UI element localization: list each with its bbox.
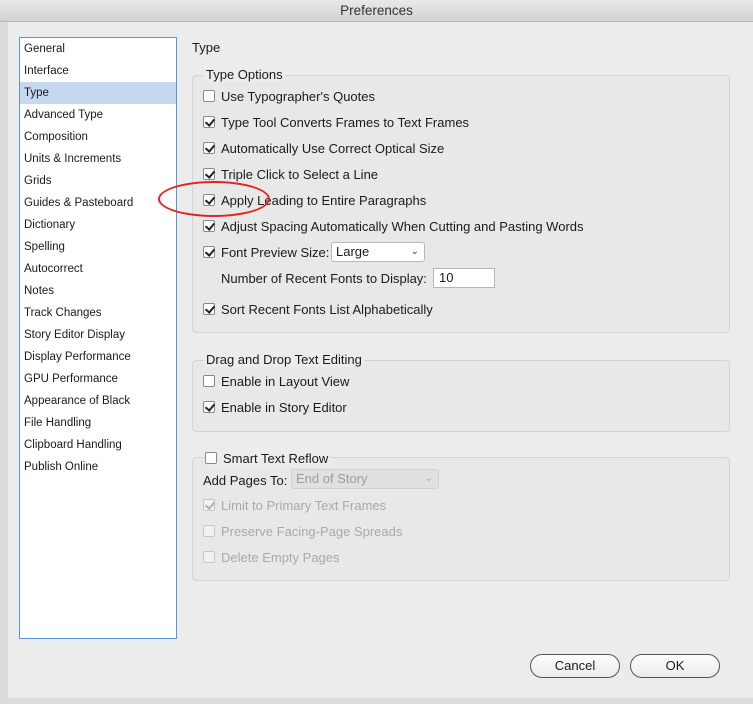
- adjust-spacing-checkbox[interactable]: [203, 220, 215, 232]
- adjust-spacing-label: Adjust Spacing Automatically When Cuttin…: [221, 218, 584, 234]
- chevron-down-icon: ⌄: [424, 473, 433, 484]
- layout-view-checkbox[interactable]: [203, 375, 215, 387]
- type-tool-converts-label: Type Tool Converts Frames to Text Frames: [221, 114, 470, 130]
- limit-primary-label: Limit to Primary Text Frames: [221, 497, 387, 513]
- cancel-button[interactable]: Cancel: [530, 654, 620, 678]
- sort-recent-label: Sort Recent Fonts List Alphabetically: [221, 301, 433, 317]
- use-typographers-quotes-checkbox[interactable]: [203, 90, 215, 102]
- preserve-facing-option[interactable]: Preserve Facing-Page Spreads: [203, 522, 402, 540]
- window-title: Preferences: [0, 0, 753, 22]
- story-editor-option[interactable]: Enable in Story Editor: [203, 398, 347, 416]
- triple-click-option[interactable]: Triple Click to Select a Line: [203, 165, 378, 183]
- font-preview-size-value: Large: [336, 244, 370, 259]
- font-preview-option[interactable]: Font Preview Size:: [203, 243, 329, 261]
- sidebar-item-grids[interactable]: Grids: [20, 170, 176, 192]
- font-preview-label: Font Preview Size:: [221, 244, 330, 260]
- adjust-spacing-option[interactable]: Adjust Spacing Automatically When Cuttin…: [203, 217, 584, 235]
- use-typographers-quotes-label: Use Typographer's Quotes: [221, 88, 375, 104]
- optical-size-option[interactable]: Automatically Use Correct Optical Size: [203, 139, 444, 157]
- sidebar-item-units-increments[interactable]: Units & Increments: [20, 148, 176, 170]
- sidebar-item-notes[interactable]: Notes: [20, 280, 176, 302]
- preferences-sidebar: General Interface Type Advanced Type Com…: [19, 37, 177, 639]
- chevron-down-icon: ⌄: [410, 246, 419, 257]
- add-pages-value: End of Story: [296, 471, 368, 486]
- type-options-label: Type Options: [204, 67, 285, 82]
- add-pages-select[interactable]: End of Story ⌄: [291, 469, 439, 489]
- window-bottom-edge: [0, 698, 753, 704]
- recent-fonts-label: Number of Recent Fonts to Display:: [221, 270, 427, 286]
- preferences-window: Preferences General Interface Type Advan…: [0, 0, 753, 704]
- delete-empty-option[interactable]: Delete Empty Pages: [203, 548, 340, 566]
- preserve-facing-label: Preserve Facing-Page Spreads: [221, 523, 403, 539]
- smart-reflow-checkbox[interactable]: [205, 452, 217, 464]
- sidebar-item-story-editor-display[interactable]: Story Editor Display: [20, 324, 176, 346]
- layout-view-option[interactable]: Enable in Layout View: [203, 372, 349, 390]
- font-preview-size-select[interactable]: Large ⌄: [331, 242, 425, 262]
- sidebar-item-clipboard-handling[interactable]: Clipboard Handling: [20, 434, 176, 456]
- window-edge: [0, 22, 8, 704]
- sidebar-item-guides-pasteboard[interactable]: Guides & Pasteboard: [20, 192, 176, 214]
- triple-click-label: Triple Click to Select a Line: [221, 166, 379, 182]
- preserve-facing-checkbox[interactable]: [203, 525, 215, 537]
- sidebar-item-gpu-performance[interactable]: GPU Performance: [20, 368, 176, 390]
- sidebar-item-interface[interactable]: Interface: [20, 60, 176, 82]
- sidebar-item-dictionary[interactable]: Dictionary: [20, 214, 176, 236]
- sidebar-item-track-changes[interactable]: Track Changes: [20, 302, 176, 324]
- smart-reflow-label: Smart Text Reflow: [223, 450, 329, 466]
- drag-drop-group: [192, 360, 730, 432]
- limit-primary-checkbox[interactable]: [203, 499, 215, 511]
- panel-title: Type: [192, 40, 221, 55]
- ok-button[interactable]: OK: [630, 654, 720, 678]
- sort-recent-option[interactable]: Sort Recent Fonts List Alphabetically: [203, 300, 433, 318]
- recent-fonts-row: Number of Recent Fonts to Display:: [221, 269, 427, 287]
- story-editor-label: Enable in Story Editor: [221, 399, 347, 415]
- sidebar-item-display-performance[interactable]: Display Performance: [20, 346, 176, 368]
- font-preview-checkbox[interactable]: [203, 246, 215, 258]
- sidebar-item-autocorrect[interactable]: Autocorrect: [20, 258, 176, 280]
- triple-click-checkbox[interactable]: [203, 168, 215, 180]
- recent-fonts-field[interactable]: 10: [433, 268, 495, 288]
- delete-empty-checkbox[interactable]: [203, 551, 215, 563]
- highlight-circle: [158, 181, 270, 217]
- use-typographers-quotes-option[interactable]: Use Typographer's Quotes: [203, 87, 375, 105]
- sidebar-item-file-handling[interactable]: File Handling: [20, 412, 176, 434]
- layout-view-label: Enable in Layout View: [221, 373, 350, 389]
- add-pages-label: Add Pages To:: [203, 472, 288, 488]
- sidebar-item-composition[interactable]: Composition: [20, 126, 176, 148]
- add-pages-row: Add Pages To:: [203, 471, 287, 489]
- sidebar-item-type[interactable]: Type: [20, 82, 176, 104]
- limit-primary-option[interactable]: Limit to Primary Text Frames: [203, 496, 386, 514]
- sort-recent-checkbox[interactable]: [203, 303, 215, 315]
- optical-size-label: Automatically Use Correct Optical Size: [221, 140, 445, 156]
- smart-reflow-option[interactable]: Smart Text Reflow: [205, 449, 332, 467]
- type-tool-converts-checkbox[interactable]: [203, 116, 215, 128]
- type-tool-converts-option[interactable]: Type Tool Converts Frames to Text Frames: [203, 113, 469, 131]
- sidebar-item-general[interactable]: General: [20, 38, 176, 60]
- story-editor-checkbox[interactable]: [203, 401, 215, 413]
- sidebar-item-appearance-of-black[interactable]: Appearance of Black: [20, 390, 176, 412]
- delete-empty-label: Delete Empty Pages: [221, 549, 340, 565]
- sidebar-item-advanced-type[interactable]: Advanced Type: [20, 104, 176, 126]
- sidebar-item-spelling[interactable]: Spelling: [20, 236, 176, 258]
- drag-drop-label: Drag and Drop Text Editing: [204, 352, 364, 367]
- sidebar-item-publish-online[interactable]: Publish Online: [20, 456, 176, 478]
- optical-size-checkbox[interactable]: [203, 142, 215, 154]
